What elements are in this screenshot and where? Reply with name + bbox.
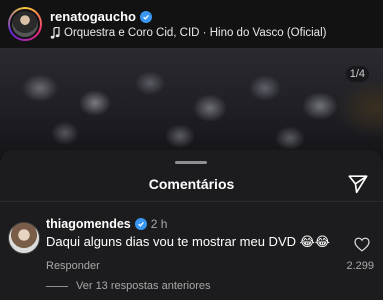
comment-text: Daqui alguns dias vou te mostrar meu DVD… bbox=[46, 234, 330, 249]
carousel-counter: 1/4 bbox=[345, 66, 369, 82]
post-photo[interactable]: 1/4 bbox=[0, 48, 383, 158]
share-send-icon[interactable] bbox=[347, 173, 369, 195]
verified-icon bbox=[139, 10, 152, 23]
verified-icon bbox=[134, 218, 147, 230]
comment-time: 2 h bbox=[150, 217, 168, 231]
commenter-avatar[interactable] bbox=[8, 222, 40, 254]
audio-title: Orquestra e Coro Cid, CID · Hino do Vasc… bbox=[64, 27, 327, 39]
post-username-row: renatogaucho bbox=[50, 9, 326, 24]
view-more-replies-label: Ver 13 respostas anteriores bbox=[76, 280, 211, 292]
post-username[interactable]: renatogaucho bbox=[50, 9, 136, 24]
post-header: renatogaucho Orquestra e Coro Cid, CID ·… bbox=[0, 0, 383, 48]
post-header-text: renatogaucho Orquestra e Coro Cid, CID ·… bbox=[50, 9, 326, 39]
comment-head: thiagomendes 2 h bbox=[46, 217, 167, 231]
post-author-avatar[interactable] bbox=[8, 7, 42, 41]
comments-title: Comentários bbox=[148, 176, 235, 192]
heart-icon[interactable] bbox=[354, 237, 370, 252]
commenter-username[interactable]: thiagomendes bbox=[46, 217, 131, 231]
replies-line bbox=[46, 285, 68, 287]
music-note-icon bbox=[50, 27, 60, 39]
like-count: 2.299 bbox=[346, 260, 374, 272]
audio-row[interactable]: Orquestra e Coro Cid, CID · Hino do Vasc… bbox=[50, 27, 326, 39]
view-more-replies[interactable]: Ver 13 respostas anteriores bbox=[46, 280, 211, 292]
sheet-grabber[interactable] bbox=[175, 161, 207, 164]
sheet-divider bbox=[0, 201, 383, 202]
reply-button[interactable]: Responder bbox=[46, 260, 100, 272]
comments-sheet: Comentários thiagomendes 2 h Daqui algun… bbox=[0, 150, 383, 300]
